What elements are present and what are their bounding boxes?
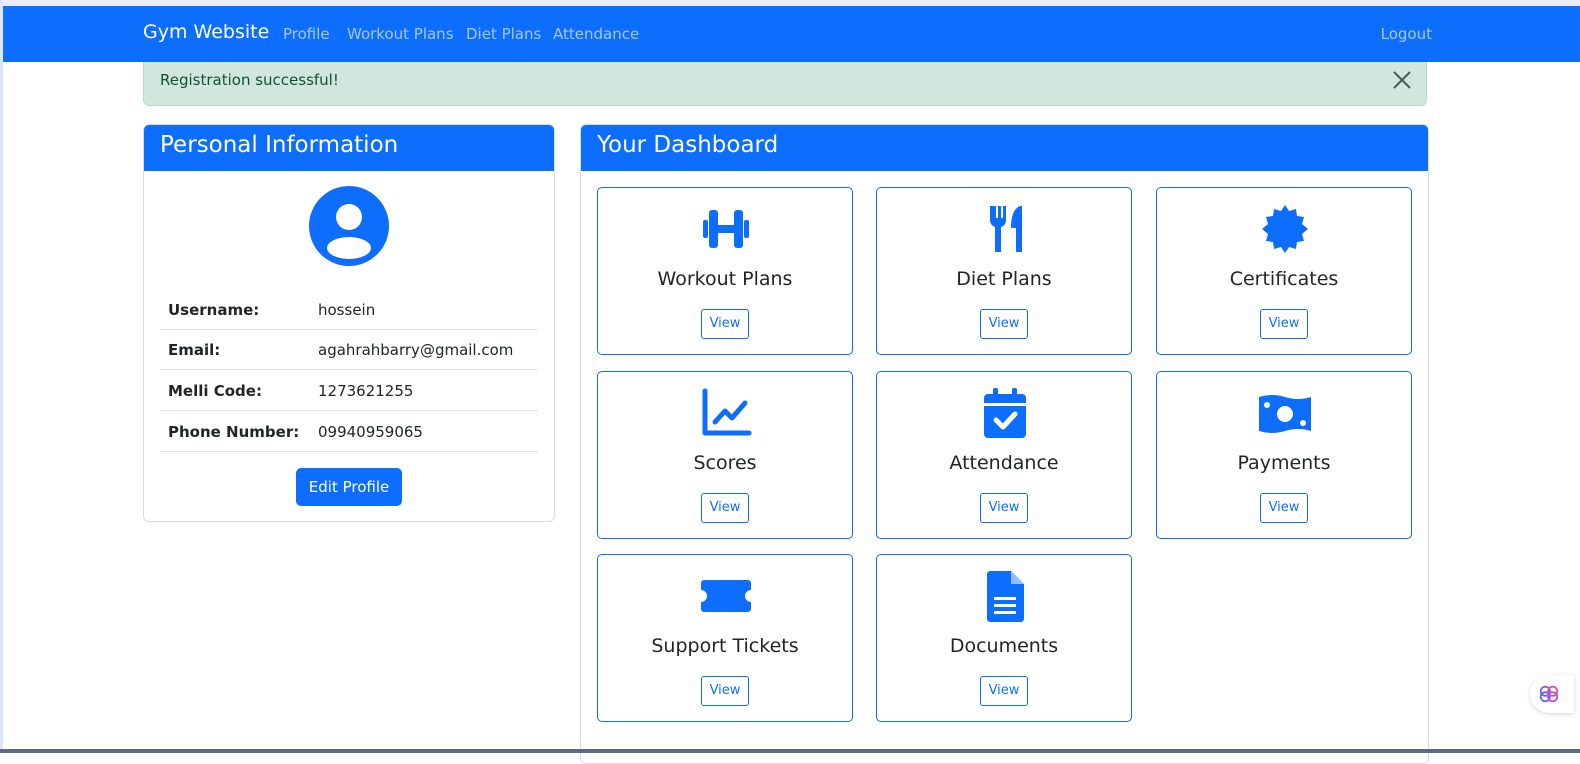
nav-link-diet-plans[interactable]: Diet Plans <box>466 25 541 43</box>
info-label: Melli Code: <box>168 382 262 400</box>
dashboard-header: Your Dashboard <box>581 125 1428 171</box>
dumbbell-icon <box>703 210 749 248</box>
navbar-brand[interactable]: Gym Website <box>143 21 269 43</box>
dashboard-card-workout-plans: Workout Plans View <box>597 187 853 355</box>
dashboard-title: Your Dashboard <box>597 132 779 158</box>
taskbar-edge <box>0 749 1580 753</box>
logout-link[interactable]: Logout <box>1381 25 1432 43</box>
nav-link-attendance[interactable]: Attendance <box>553 25 639 43</box>
personal-info-title: Personal Information <box>160 132 399 158</box>
info-label: Phone Number: <box>168 423 300 441</box>
nav-link-profile[interactable]: Profile <box>283 25 330 43</box>
success-alert: Registration successful! <box>143 62 1427 106</box>
ticket-icon <box>701 580 751 612</box>
navbar: Gym Website Profile Workout Plans Diet P… <box>3 6 1580 62</box>
info-row-melli-code: Melli Code: 1273621255 <box>160 371 538 411</box>
view-payments-button[interactable]: View <box>1260 493 1308 523</box>
brain-icon <box>1539 685 1559 703</box>
nav-link-workout-plans[interactable]: Workout Plans <box>347 25 454 43</box>
info-label: Username: <box>168 301 260 319</box>
dashboard-card-title: Documents <box>949 635 1059 657</box>
dashboard-card: Your Dashboard Workout Plans View Diet P… <box>580 124 1429 764</box>
view-attendance-button[interactable]: View <box>980 493 1028 523</box>
dashboard-card-attendance: Attendance View <box>876 371 1132 539</box>
window-left-edge <box>0 0 3 753</box>
floating-assistant-button[interactable] <box>1530 675 1574 713</box>
dashboard-card-title: Support Tickets <box>651 635 799 657</box>
personal-info-header: Personal Information <box>144 125 554 171</box>
dashboard-card-support-tickets: Support Tickets View <box>597 554 853 722</box>
alert-message: Registration successful! <box>160 71 339 89</box>
view-certificates-button[interactable]: View <box>1260 309 1308 339</box>
dashboard-card-documents: Documents View <box>876 554 1132 722</box>
personal-info-card: Personal Information Username: hossein E… <box>143 124 555 522</box>
username-value: hossein <box>318 301 376 319</box>
dashboard-card-title: Scores <box>693 452 757 474</box>
view-scores-button[interactable]: View <box>701 493 749 523</box>
dashboard-card-scores: Scores View <box>597 371 853 539</box>
info-row-username: Username: hossein <box>160 290 538 330</box>
close-icon[interactable] <box>1392 70 1412 90</box>
email-value: agahrahbarry@gmail.com <box>318 341 514 359</box>
info-row-phone: Phone Number: 09940959065 <box>160 412 538 452</box>
calendar-check-icon <box>984 388 1026 438</box>
chart-line-icon <box>702 388 752 436</box>
money-bill-icon <box>1259 395 1311 433</box>
melli-code-value: 1273621255 <box>318 382 414 400</box>
dashboard-card-certificates: Certificates View <box>1156 187 1412 355</box>
utensils-icon <box>989 206 1022 252</box>
dashboard-card-title: Attendance <box>949 452 1059 474</box>
dashboard-card-title: Certificates <box>1229 268 1339 290</box>
file-document-icon <box>987 571 1024 622</box>
dashboard-card-title: Payments <box>1237 452 1331 474</box>
phone-value: 09940959065 <box>318 423 423 441</box>
info-row-email: Email: agahrahbarry@gmail.com <box>160 330 538 370</box>
info-label: Email: <box>168 341 221 359</box>
view-workout-plans-button[interactable]: View <box>701 309 749 339</box>
dashboard-card-title: Workout Plans <box>657 268 793 290</box>
dashboard-card-payments: Payments View <box>1156 371 1412 539</box>
certificate-icon <box>1262 205 1308 253</box>
view-diet-plans-button[interactable]: View <box>980 309 1028 339</box>
view-support-tickets-button[interactable]: View <box>701 676 749 706</box>
edit-profile-button[interactable]: Edit Profile <box>296 468 402 506</box>
view-documents-button[interactable]: View <box>980 676 1028 706</box>
dashboard-card-diet-plans: Diet Plans View <box>876 187 1132 355</box>
dashboard-card-title: Diet Plans <box>956 268 1052 290</box>
user-circle-icon <box>309 186 389 266</box>
